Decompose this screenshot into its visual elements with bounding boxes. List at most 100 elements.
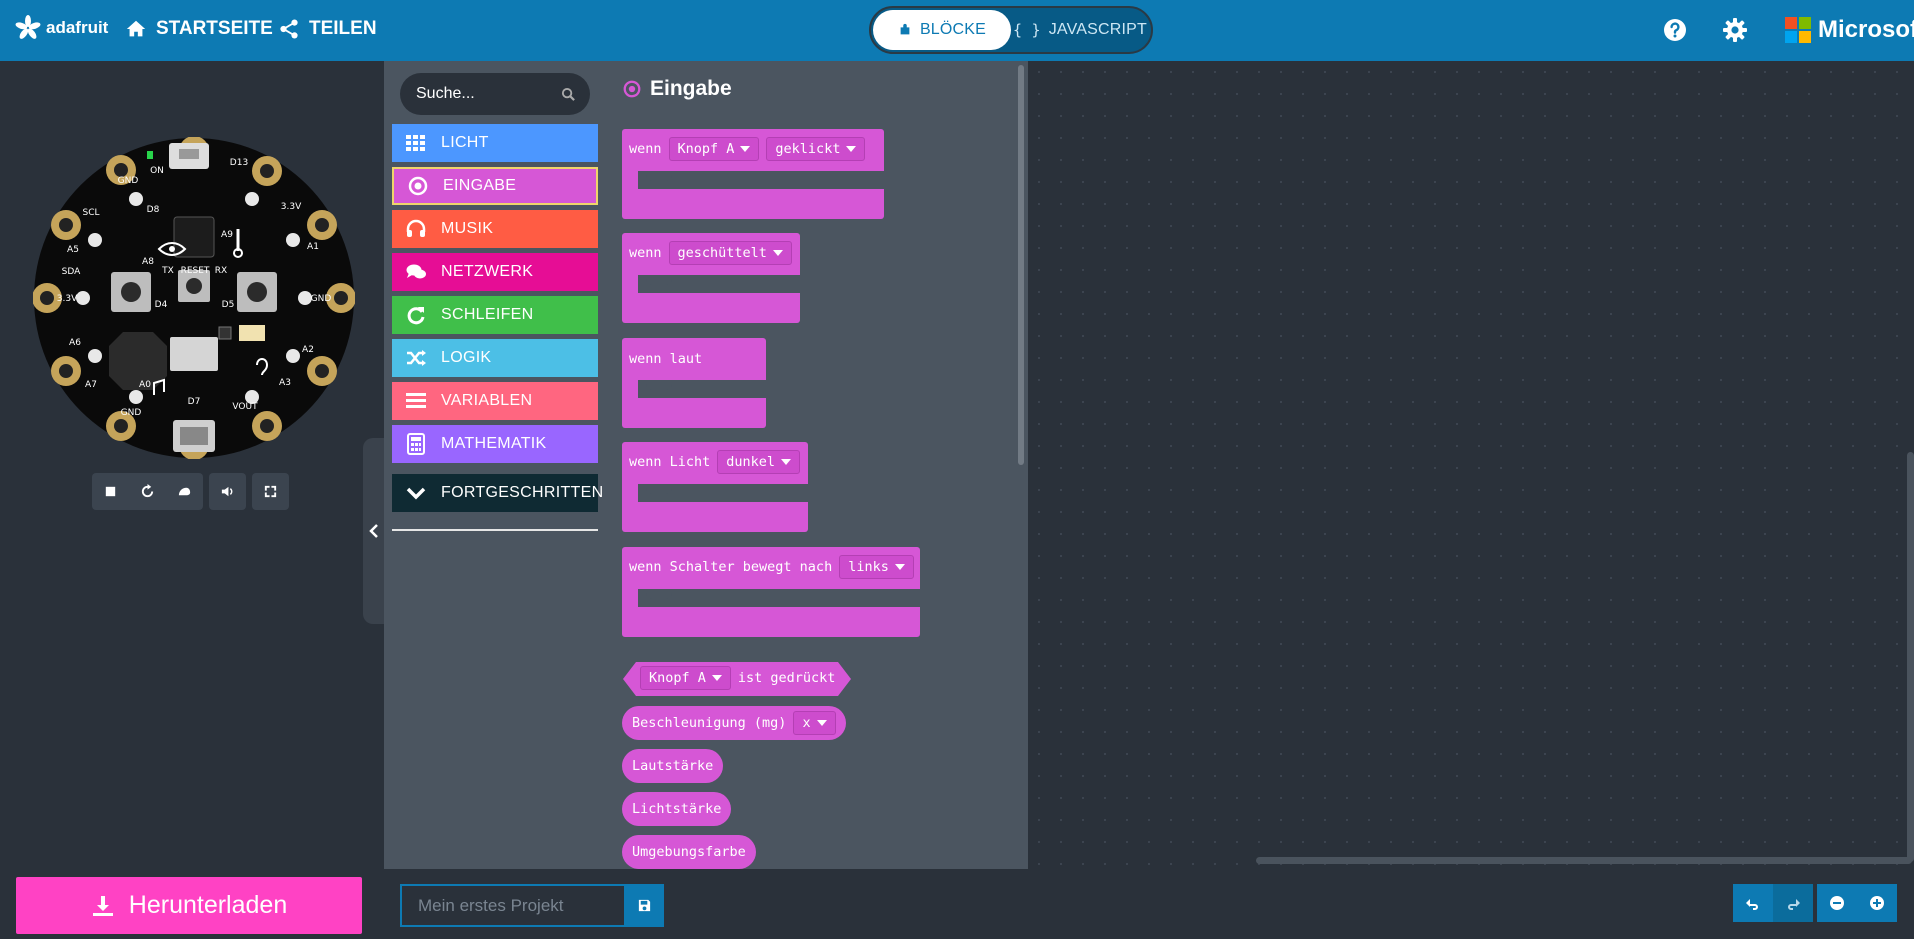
collapse-simulator-button[interactable] <box>363 438 385 624</box>
workspace-vertical-scrollbar[interactable] <box>1907 452 1914 862</box>
svg-text:D5: D5 <box>222 300 235 310</box>
chat-icon <box>406 264 426 279</box>
brand-name: adafruit <box>46 18 109 37</box>
block-flyout: Eingabe wenn Knopf A geklickt wenn gesch… <box>606 61 1028 869</box>
category-label: SCHLEIFEN <box>441 306 534 323</box>
braces-icon: { } <box>1012 21 1041 39</box>
brand-logo[interactable]: adafruit <box>14 14 108 42</box>
stop-icon <box>105 486 116 497</box>
project-name-input[interactable]: Mein erstes Projekt <box>400 884 624 927</box>
slow-mode-button[interactable] <box>166 473 203 510</box>
flyout-title: Eingabe <box>622 77 732 101</box>
block-keyword: wenn laut <box>629 351 703 367</box>
svg-text:ON: ON <box>150 166 164 176</box>
simulator-panel: D13 3.3V A1 GND A2 A3 VOUT GND A7 A6 3.3V A5 SCL… <box>0 61 385 869</box>
block-keyword: wenn Schalter bewegt nach <box>629 559 833 575</box>
chevron-down-icon <box>406 487 426 500</box>
gear-icon[interactable] <box>1722 17 1748 43</box>
zoom-in-button[interactable] <box>1857 884 1897 922</box>
microsoft-logo[interactable]: Microsoft <box>1785 16 1914 44</box>
category-schleifen[interactable]: SCHLEIFEN <box>392 296 598 334</box>
help-icon[interactable] <box>1662 17 1688 43</box>
list-icon <box>406 393 426 408</box>
loop-icon <box>407 307 425 325</box>
calculator-icon <box>407 433 425 455</box>
home-button[interactable]: STARTSEITE <box>125 18 273 40</box>
zoom-out-button[interactable] <box>1817 884 1857 922</box>
share-button[interactable]: TEILEN <box>278 18 377 40</box>
save-project-button[interactable] <box>624 884 664 927</box>
workspace-horizontal-scrollbar[interactable] <box>1256 857 1912 864</box>
download-label: Herunterladen <box>128 891 288 919</box>
undo-button[interactable] <box>1733 884 1773 922</box>
category-label: LOGIK <box>441 349 492 366</box>
category-label: FORTGESCHRITTEN <box>441 484 604 501</box>
category-netzwerk[interactable]: NETZWERK <box>392 253 598 291</box>
mute-button[interactable] <box>209 473 246 510</box>
flyout-title-text: Eingabe <box>650 77 732 100</box>
download-button[interactable]: Herunterladen <box>16 877 362 934</box>
light-level-block[interactable]: Lichtstärke <box>622 792 732 826</box>
toolbox-divider <box>392 529 598 531</box>
svg-text:RX: RX <box>215 266 227 276</box>
switch-dropdown[interactable]: links <box>839 555 914 579</box>
javascript-tab[interactable]: { } JAVASCRIPT <box>1011 10 1149 50</box>
svg-text:A2: A2 <box>302 345 314 355</box>
light-dropdown[interactable]: dunkel <box>717 450 801 474</box>
svg-text:A0: A0 <box>139 380 151 390</box>
svg-text:A6: A6 <box>69 338 81 348</box>
search-input[interactable]: Suche... <box>400 73 590 115</box>
category-eingabe[interactable]: EINGABE <box>392 167 598 205</box>
share-label: TEILEN <box>309 18 377 39</box>
home-label: STARTSEITE <box>156 18 273 39</box>
blocks-tab-label: BLÖCKE <box>919 21 987 38</box>
block-keyword: wenn <box>629 141 662 157</box>
gesture-dropdown[interactable]: geschüttelt <box>668 241 792 265</box>
block-text: Umgebungsfarbe <box>632 844 746 860</box>
block-text: ist gedrückt <box>737 670 836 686</box>
acceleration-block[interactable]: Beschleunigung (mg) x <box>622 706 846 740</box>
flyout-scrollbar[interactable] <box>1018 65 1024 465</box>
event-dropdown[interactable]: geklickt <box>766 137 866 161</box>
radio-target-icon <box>623 80 641 98</box>
axis-dropdown[interactable]: x <box>793 711 836 735</box>
grid-icon <box>406 135 425 151</box>
svg-text:A8: A8 <box>142 257 154 267</box>
category-licht[interactable]: LICHT <box>392 124 598 162</box>
svg-text:A5: A5 <box>67 245 79 255</box>
project-name-placeholder: Mein erstes Projekt <box>418 895 564 915</box>
zoom-out-icon <box>1830 896 1844 910</box>
shuffle-icon <box>407 350 426 366</box>
restart-simulator-button[interactable] <box>129 473 166 510</box>
adafruit-flower-icon <box>15 15 41 39</box>
loudness-block[interactable]: Lautstärke <box>622 749 724 783</box>
redo-button[interactable] <box>1773 884 1813 922</box>
category-label: VARIABLEN <box>441 392 533 409</box>
search-icon <box>561 87 575 101</box>
button-dropdown[interactable]: Knopf A <box>640 666 731 690</box>
javascript-tab-label: JAVASCRIPT <box>1048 21 1147 38</box>
fullscreen-button[interactable] <box>252 473 289 510</box>
category-label: MUSIK <box>441 220 494 237</box>
category-label: LICHT <box>441 134 489 151</box>
category-musik[interactable]: MUSIK <box>392 210 598 248</box>
svg-text:GND: GND <box>118 176 139 186</box>
button-dropdown[interactable]: Knopf A <box>668 137 760 161</box>
svg-text:RESET: RESET <box>181 266 210 276</box>
svg-text:TX: TX <box>161 266 174 276</box>
undo-redo-group <box>1733 884 1813 922</box>
svg-text:3.3V: 3.3V <box>281 202 302 212</box>
ambient-color-block[interactable]: Umgebungsfarbe <box>622 835 756 869</box>
svg-text:A7: A7 <box>85 380 97 390</box>
svg-text:VOUT: VOUT <box>232 402 258 412</box>
category-logik[interactable]: LOGIK <box>392 339 598 377</box>
blocks-workspace[interactable] <box>1028 61 1914 869</box>
blocks-tab[interactable]: BLÖCKE <box>873 10 1011 50</box>
svg-text:3.3V: 3.3V <box>57 294 78 304</box>
stop-simulator-button[interactable] <box>92 473 129 510</box>
svg-text:SDA: SDA <box>62 267 81 277</box>
category-variablen[interactable]: VARIABLEN <box>392 382 598 420</box>
category-fortgeschritten[interactable]: FORTGESCHRITTEN <box>392 474 603 512</box>
category-mathematik[interactable]: MATHEMATIK <box>392 425 598 463</box>
circuit-playground-board[interactable]: D13 3.3V A1 GND A2 A3 VOUT GND A7 A6 3.3V A5 SCL… <box>33 137 355 459</box>
